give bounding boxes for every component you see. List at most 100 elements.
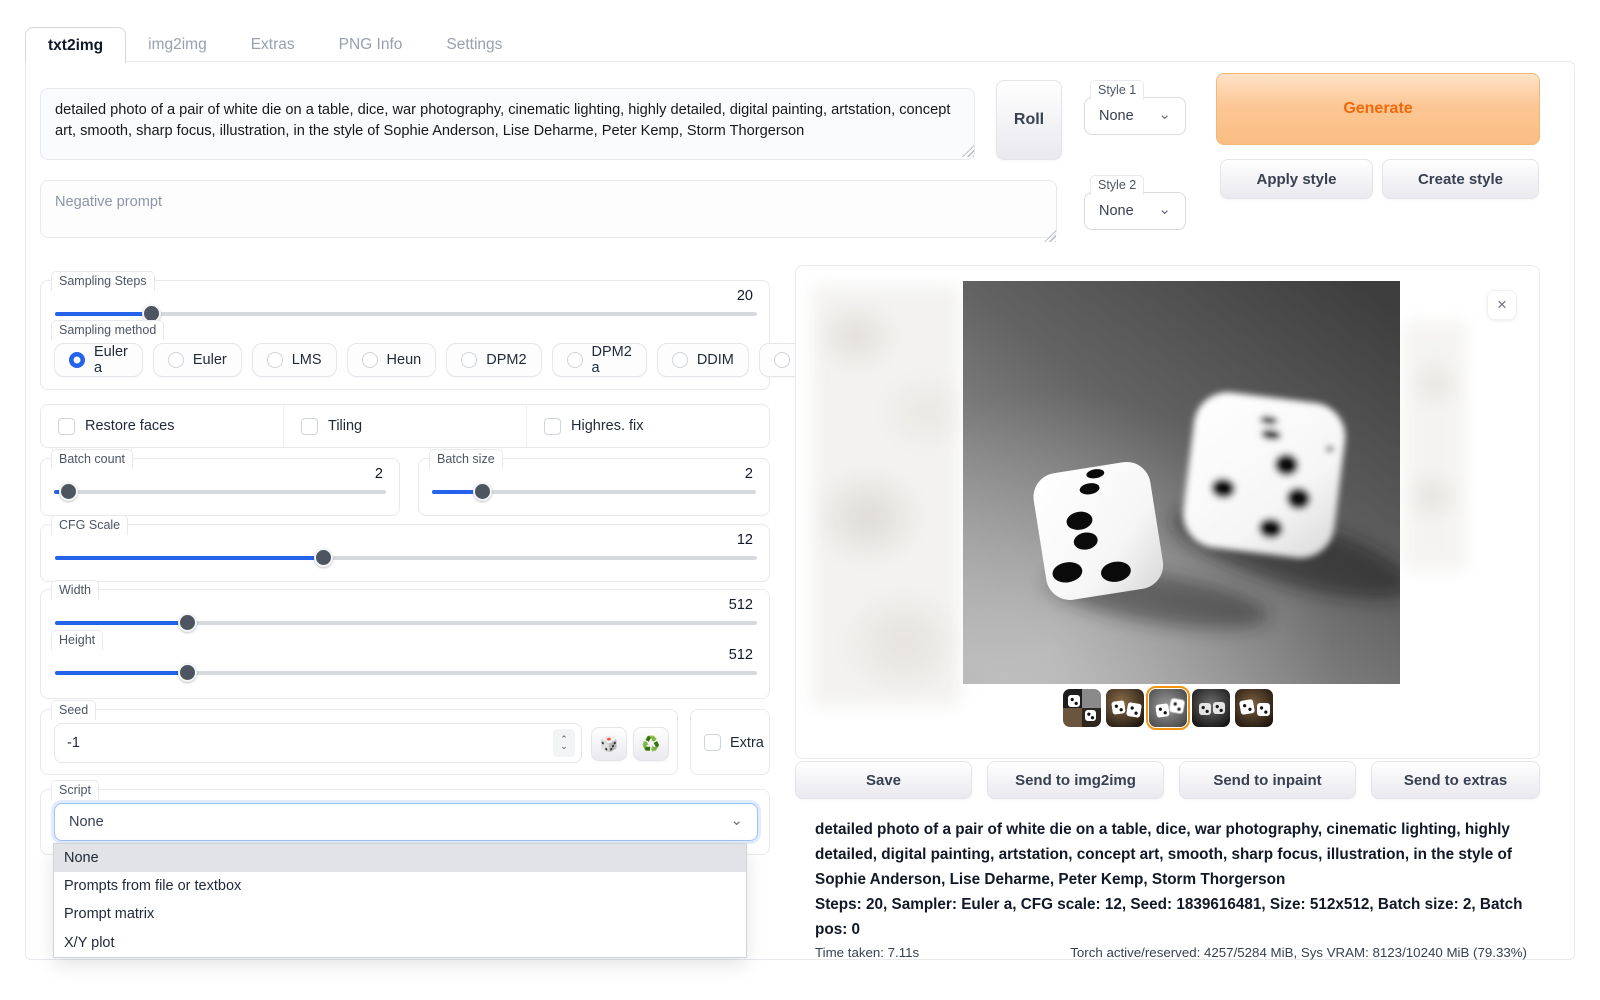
script-label: Script (51, 780, 99, 800)
script-select[interactable]: None ⌄ (54, 803, 758, 841)
slider-knob[interactable] (59, 482, 78, 501)
sampling-method-label: Sampling method (51, 320, 164, 340)
batch-count-slider[interactable] (54, 483, 386, 501)
send-to-inpaint-button[interactable]: Send to inpaint (1179, 761, 1356, 799)
script-option-xy-plot[interactable]: X/Y plot (54, 928, 746, 957)
generate-button[interactable]: Generate (1216, 73, 1540, 145)
sampler-heun[interactable]: Heun (347, 343, 437, 377)
height-value: 512 (729, 647, 753, 663)
radio-icon (567, 352, 583, 368)
tab-txt2img[interactable]: txt2img (25, 27, 126, 63)
checkbox-icon[interactable] (301, 418, 318, 435)
slider-knob[interactable] (314, 548, 333, 567)
radio-icon (461, 352, 477, 368)
slider-knob[interactable] (473, 482, 492, 501)
script-option-prompts-from-file[interactable]: Prompts from file or textbox (54, 872, 746, 900)
radio-selected-icon (69, 352, 85, 368)
close-gallery-button[interactable]: × (1487, 290, 1517, 320)
save-button[interactable]: Save (795, 761, 972, 799)
slider-knob[interactable] (178, 613, 197, 632)
style2-select[interactable]: None ⌄ (1084, 192, 1186, 230)
radio-icon (672, 352, 688, 368)
send-to-img2img-button[interactable]: Send to img2img (987, 761, 1164, 799)
create-style-button[interactable]: Create style (1382, 159, 1539, 199)
batch-size-label: Batch size (429, 449, 503, 469)
slider-knob[interactable] (178, 663, 197, 682)
tiling-toggle[interactable]: Tiling (284, 405, 527, 447)
reuse-seed-button[interactable]: ♻️ (633, 727, 669, 761)
sampler-dpm2a[interactable]: DPM2 a (552, 343, 647, 377)
chevron-down-icon: ⌄ (1158, 107, 1171, 122)
script-option-none[interactable]: None (54, 844, 746, 872)
close-icon: × (1497, 295, 1507, 315)
output-gallery-panel: × (795, 265, 1540, 759)
cfg-scale-box: CFG Scale 12 (40, 524, 770, 582)
toggles-box: Restore faces Tiling Highres. fix (40, 404, 770, 448)
script-option-prompt-matrix[interactable]: Prompt matrix (54, 900, 746, 928)
style2-value: None (1099, 203, 1134, 219)
time-taken-text: Time taken: 7.11s (815, 945, 919, 960)
batch-size-value: 2 (745, 466, 753, 482)
tab-img2img[interactable]: img2img (126, 27, 229, 62)
batch-count-box: Batch count 2 (40, 458, 400, 516)
sampling-box: Sampling Steps 20 Sampling method Euler … (40, 280, 770, 390)
sampler-euler[interactable]: Euler (153, 343, 242, 377)
batch-count-value: 2 (375, 466, 383, 482)
width-slider[interactable] (55, 614, 757, 632)
radio-icon (168, 352, 184, 368)
tab-settings[interactable]: Settings (424, 27, 524, 62)
cfg-scale-slider[interactable] (55, 549, 757, 567)
dice-icon: 🎲 (600, 735, 619, 753)
chevron-down-icon: ⌄ (1158, 202, 1171, 217)
vram-stats-text: Torch active/reserved: 4257/5284 MiB, Sy… (1070, 945, 1527, 960)
extra-toggle[interactable]: Extra (704, 734, 764, 751)
negative-prompt-input[interactable] (40, 180, 1057, 238)
checkbox-icon[interactable] (704, 734, 721, 751)
sampler-dpm2[interactable]: DPM2 (446, 343, 541, 377)
checkbox-icon[interactable] (544, 418, 561, 435)
checkbox-icon[interactable] (58, 418, 75, 435)
send-to-extras-button[interactable]: Send to extras (1371, 761, 1540, 799)
style2-label: Style 2 (1090, 175, 1144, 195)
thumbnail-2[interactable] (1106, 689, 1144, 727)
thumbnail-5[interactable] (1235, 689, 1273, 727)
seed-input[interactable] (67, 724, 537, 762)
style1-label: Style 1 (1090, 80, 1144, 100)
sampling-method-group: Euler a Euler LMS Heun DPM2 DPM2 a DDIM … (54, 343, 853, 377)
highres-fix-toggle[interactable]: Highres. fix (527, 405, 769, 447)
tab-png-info[interactable]: PNG Info (317, 27, 425, 62)
seed-stepper[interactable]: ⌃ ⌄ (553, 729, 575, 757)
dice-photo (963, 281, 1400, 684)
extra-label: Extra (730, 735, 764, 751)
info-params-text: Steps: 20, Sampler: Euler a, CFG scale: … (815, 892, 1527, 942)
batch-size-box: Batch size 2 (418, 458, 770, 516)
height-slider[interactable] (55, 664, 757, 682)
stepper-down-icon[interactable]: ⌄ (560, 743, 568, 750)
sampling-steps-value: 20 (737, 288, 753, 304)
generated-image[interactable] (963, 281, 1400, 684)
txt2img-page: txt2img img2img Extras PNG Info Settings… (0, 0, 1600, 1000)
thumbnail-1[interactable] (1063, 689, 1101, 727)
blurred-gallery-left (812, 286, 960, 706)
chevron-down-icon: ⌄ (730, 813, 743, 828)
tab-extras[interactable]: Extras (229, 27, 317, 62)
apply-style-button[interactable]: Apply style (1220, 159, 1373, 199)
sampler-euler-a[interactable]: Euler a (54, 343, 143, 377)
thumbnail-3-selected[interactable] (1149, 689, 1187, 727)
batch-size-slider[interactable] (432, 483, 756, 501)
sampler-ddim[interactable]: DDIM (657, 343, 749, 377)
sampler-lms[interactable]: LMS (252, 343, 337, 377)
width-label: Width (51, 580, 99, 600)
prompt-input[interactable]: detailed photo of a pair of white die on… (40, 88, 975, 160)
tab-bar: txt2img img2img Extras PNG Info Settings (25, 27, 524, 62)
style1-select[interactable]: None ⌄ (1084, 97, 1186, 135)
thumbnail-4[interactable] (1192, 689, 1230, 727)
radio-icon (774, 352, 790, 368)
width-value: 512 (729, 597, 753, 613)
seed-box: Seed ⌃ ⌄ 🎲 ♻️ (40, 709, 678, 775)
info-prompt-text: detailed photo of a pair of white die on… (815, 817, 1527, 892)
script-dropdown-menu: None Prompts from file or textbox Prompt… (53, 843, 747, 958)
restore-faces-toggle[interactable]: Restore faces (41, 405, 284, 447)
random-seed-button[interactable]: 🎲 (591, 727, 627, 761)
roll-button[interactable]: Roll (996, 80, 1062, 160)
